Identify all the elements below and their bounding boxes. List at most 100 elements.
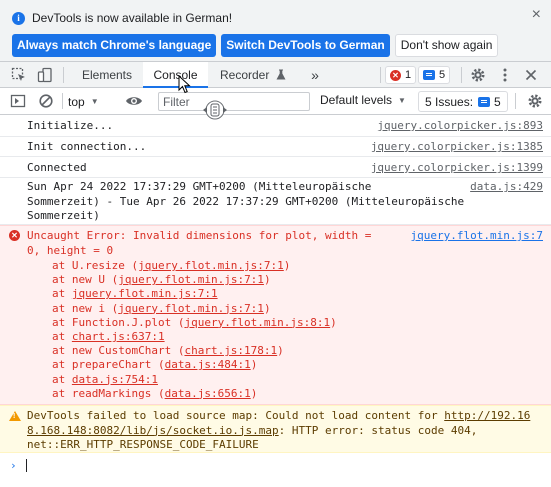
console-input-caret[interactable] <box>26 459 27 472</box>
stack-frame: at Function.J.plot (jquery.flot.min.js:8… <box>52 316 337 330</box>
tabbar-divider <box>63 67 64 83</box>
dont-show-again-button[interactable]: Don't show again <box>394 34 499 57</box>
show-sidebar-icon[interactable] <box>10 93 26 109</box>
close-devtools-icon[interactable] <box>523 67 539 83</box>
toolbar-divider <box>515 93 516 109</box>
log-source-link[interactable]: jquery.colorpicker.js:893 <box>377 119 543 133</box>
stack-frame: at jquery.flot.min.js:7:1 <box>52 287 337 301</box>
log-source-link[interactable]: data.js:429 <box>470 180 543 194</box>
console-log-row: Init connection... jquery.colorpicker.js… <box>0 137 551 157</box>
stack-frame: at new U (jquery.flot.min.js:7:1) <box>52 273 337 287</box>
switch-to-german-button[interactable]: Switch DevTools to German <box>221 34 390 57</box>
stack-frame: at new i (jquery.flot.min.js:7:1) <box>52 302 337 316</box>
stack-frame-link[interactable]: data.js:754:1 <box>72 373 158 386</box>
console-log-row: Initialize... jquery.colorpicker.js:893 <box>0 115 551 137</box>
console-messages: Initialize... jquery.colorpicker.js:893 … <box>0 115 551 487</box>
message-icon <box>478 96 491 107</box>
stack-frame-text: at <box>52 330 72 344</box>
tabbar-divider <box>380 67 381 83</box>
settings-gear-icon[interactable] <box>470 67 486 83</box>
log-message: Sun Apr 24 2022 17:37:29 GMT+0200 (Mitte… <box>27 180 465 222</box>
issues-button[interactable]: 5 Issues: 5 <box>418 91 508 112</box>
console-warning-row: ! DevTools failed to load source map: Co… <box>0 405 551 453</box>
live-expression-eye-icon[interactable] <box>125 93 143 109</box>
stack-frame-link[interactable]: jquery.flot.min.js:8:1 <box>184 316 330 329</box>
log-message: Init connection... <box>27 140 147 153</box>
stack-frame-text: at U.resize ( <box>52 259 139 272</box>
error-stack-trace: at U.resize (jquery.flot.min.js:7:1) at n… <box>52 259 337 401</box>
log-message: Connected <box>27 161 87 174</box>
context-selector[interactable]: top ▼ <box>68 93 99 110</box>
warning-text-suffix: : HTTP error: status code 404, <box>278 423 478 437</box>
error-source-link[interactable]: jquery.flot.min.js:7 <box>411 229 543 243</box>
tab-recorder[interactable]: Recorder <box>208 62 288 88</box>
stack-frame-link[interactable]: jquery.flot.min.js:7:1 <box>118 273 264 286</box>
issues-count: 5 <box>494 94 501 109</box>
infobar-close-icon[interactable]: × <box>532 7 541 23</box>
log-source-link[interactable]: jquery.colorpicker.js:1399 <box>371 161 543 175</box>
console-settings-gear-icon[interactable] <box>527 93 543 109</box>
stack-frame-link[interactable]: chart.js:178:1 <box>184 344 277 357</box>
device-toolbar-icon[interactable] <box>37 67 53 83</box>
log-levels-label: Default levels <box>320 93 393 107</box>
issues-label: 5 Issues: <box>425 94 474 109</box>
warning-message: DevTools failed to load source map: Coul… <box>27 409 530 453</box>
stack-frame-suffix: ) <box>330 315 337 329</box>
message-icon <box>423 70 435 80</box>
log-message: Initialize... <box>27 119 114 132</box>
error-count: 1 <box>405 69 412 81</box>
warning-exclamation: ! <box>13 413 16 420</box>
stack-frame: at prepareChart (data.js:484:1) <box>52 358 337 372</box>
message-counter[interactable]: 5 <box>418 66 451 84</box>
stack-frame: at data.js:754:1 <box>52 373 337 387</box>
console-prompt-icon: › <box>10 459 17 472</box>
chevron-down-icon: ▼ <box>90 97 99 106</box>
more-tabs-chevron-icon[interactable]: » <box>303 62 327 88</box>
error-icon: ✕ <box>390 69 401 81</box>
console-log-row: Sun Apr 24 2022 17:37:29 GMT+0200 (Mitte… <box>0 178 551 225</box>
stack-frame-suffix: ) <box>263 273 271 287</box>
stack-frame-link[interactable]: chart.js:637:1 <box>72 330 165 343</box>
tab-console[interactable]: Console <box>143 62 208 88</box>
stack-frame-link[interactable]: jquery.flot.min.js:7:1 <box>118 302 264 315</box>
warning-text-prefix: DevTools failed to load source map: Coul… <box>27 409 445 422</box>
stack-frame: at chart.js:637:1 <box>52 330 337 344</box>
warning-url-part1[interactable]: http://192.16 <box>444 409 530 422</box>
stack-frame: at new CustomChart (chart.js:178:1) <box>52 344 337 358</box>
resize-handle-icon[interactable] <box>200 96 230 124</box>
inspect-element-icon[interactable] <box>11 67 27 83</box>
stack-frame-suffix: ) <box>277 344 284 358</box>
console-error-row: ✕ Uncaught Error: Invalid dimensions for… <box>0 225 551 405</box>
stack-frame-text: at new i ( <box>52 301 119 315</box>
stack-frame-link[interactable]: jquery.flot.min.js:7:1 <box>72 287 218 300</box>
log-levels-dropdown[interactable]: Default levels ▼ <box>320 93 406 107</box>
tabbar-divider <box>461 67 462 83</box>
info-icon: i <box>12 11 25 25</box>
infobar-message-row: i DevTools is now available in German! <box>12 10 232 26</box>
infobar-message: DevTools is now available in German! <box>32 11 233 25</box>
infobar-buttons: Always match Chrome's language Switch De… <box>12 34 499 57</box>
warning-url-part2[interactable]: 8.168.148:8082/lib/js/socket.io.js.map <box>27 424 279 437</box>
stack-frame-link[interactable]: data.js:484:1 <box>165 358 251 371</box>
stack-frame-link[interactable]: jquery.flot.min.js:7:1 <box>138 259 284 272</box>
message-count: 5 <box>439 69 446 81</box>
stack-frame-text: at <box>52 287 72 301</box>
context-selector-value: top <box>68 94 85 109</box>
stack-frame-suffix: ) <box>250 386 258 400</box>
clear-console-icon[interactable] <box>38 93 54 109</box>
stack-frame-text: at new CustomChart ( <box>52 344 185 358</box>
log-source-link[interactable]: jquery.colorpicker.js:1385 <box>371 140 543 154</box>
devtools-tabbar: Elements Console Recorder » ✕ 1 5 <box>0 62 551 88</box>
toolbar-divider <box>62 93 63 109</box>
console-log-row: Connected jquery.colorpicker.js:1399 <box>0 157 551 178</box>
stack-frame: at U.resize (jquery.flot.min.js:7:1) <box>52 259 337 273</box>
tab-elements[interactable]: Elements <box>71 62 143 88</box>
stack-frame-text: at prepareChart ( <box>52 358 165 372</box>
error-counter[interactable]: ✕ 1 <box>385 66 417 84</box>
always-match-language-button[interactable]: Always match Chrome's language <box>12 34 217 57</box>
more-options-icon[interactable] <box>497 67 513 83</box>
stack-frame-link[interactable]: data.js:656:1 <box>165 387 251 400</box>
console-toolbar: top ▼ Default levels ▼ 5 Issues: 5 <box>0 88 551 115</box>
stack-frame: at readMarkings (data.js:656:1) <box>52 387 337 401</box>
experiment-flask-icon <box>276 69 286 80</box>
